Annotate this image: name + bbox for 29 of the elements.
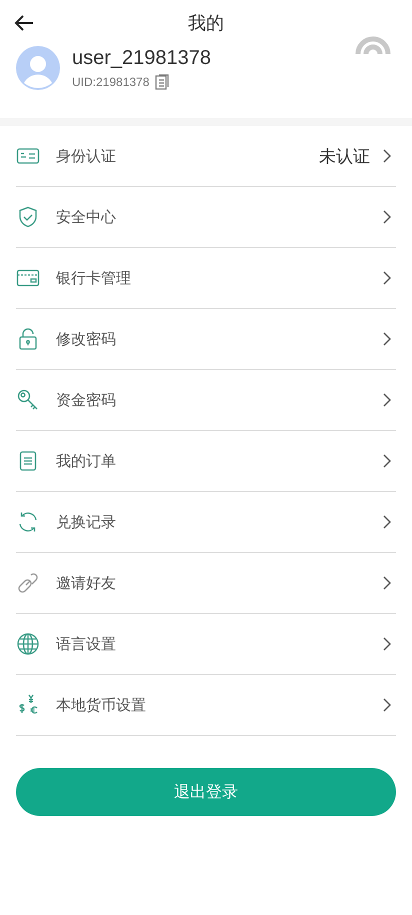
verification-status: 未认证 — [319, 146, 370, 168]
menu-item[interactable]: 资金密码 — [16, 370, 396, 431]
chevron-right-icon — [382, 271, 392, 285]
menu-item[interactable]: 本地货币设置 — [16, 675, 396, 736]
chevron-right-icon — [382, 576, 392, 590]
copy-icon[interactable] — [155, 74, 170, 90]
chevron-right-icon — [382, 454, 392, 468]
menu-item[interactable]: 语言设置 — [16, 614, 396, 675]
chevron-right-icon — [382, 149, 392, 163]
avatar-icon — [16, 46, 60, 90]
link-icon — [16, 571, 40, 595]
menu-item[interactable]: 兑换记录 — [16, 492, 396, 553]
menu-item[interactable]: 邀请好友 — [16, 553, 396, 614]
chevron-right-icon — [382, 210, 392, 224]
menu-item[interactable]: 我的订单 — [16, 431, 396, 492]
chevron-right-icon — [382, 637, 392, 651]
menu-item[interactable]: 身份认证 未认证 — [16, 126, 396, 187]
key-icon — [16, 388, 40, 412]
menu-item[interactable]: 银行卡管理 — [16, 248, 396, 309]
user-id: UID:21981378 — [72, 74, 150, 88]
chevron-right-icon — [382, 698, 392, 712]
chevron-right-icon — [382, 332, 392, 346]
chevron-right-icon — [382, 515, 392, 529]
page-title: 我的 — [188, 13, 224, 33]
username: user_21981378 — [72, 46, 212, 70]
menu-item[interactable]: 修改密码 — [16, 309, 396, 370]
menu-item[interactable]: 安全中心 — [16, 187, 396, 248]
globe-icon — [16, 632, 40, 656]
chevron-right-icon — [382, 393, 392, 407]
